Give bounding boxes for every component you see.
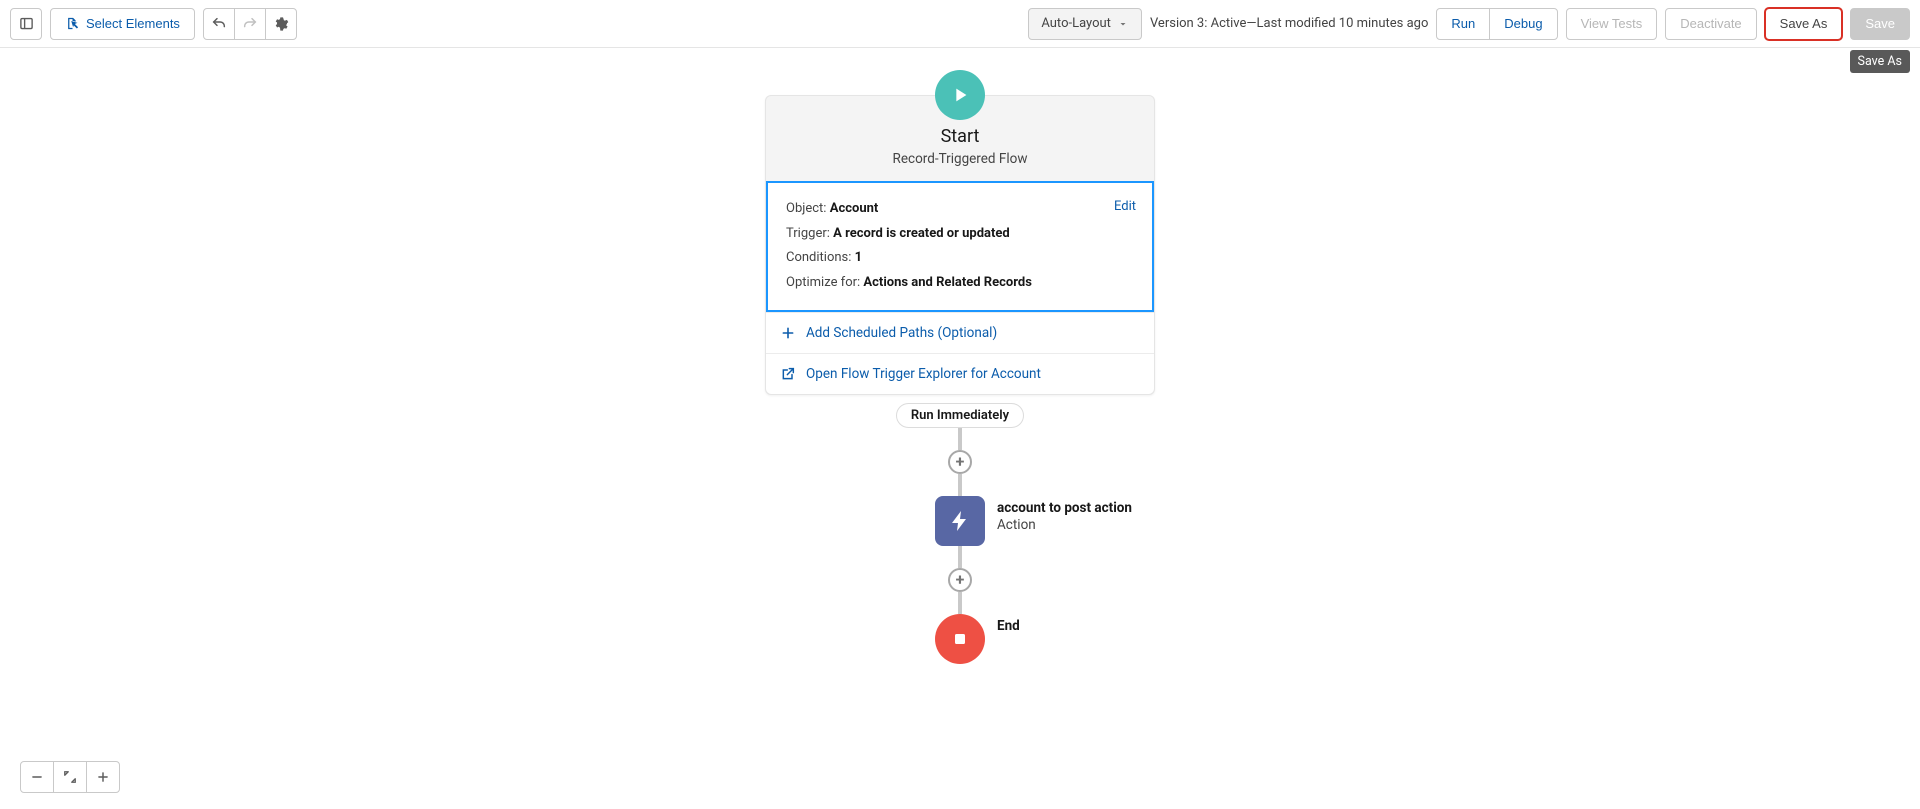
connector — [958, 592, 962, 614]
action-node-type: Action — [997, 517, 1132, 535]
play-icon — [949, 84, 971, 106]
end-node-info: End — [997, 618, 1020, 636]
action-node[interactable] — [935, 496, 985, 546]
detail-object: Object: Account — [786, 197, 1134, 222]
chevron-down-icon — [1117, 18, 1129, 30]
zoom-fit-button[interactable] — [53, 761, 87, 793]
connector — [958, 546, 962, 568]
zoom-out-button[interactable] — [20, 761, 54, 793]
connector — [958, 428, 962, 450]
redo-button[interactable] — [234, 8, 266, 40]
run-label: Run — [1451, 16, 1475, 31]
save-as-button[interactable]: Save As — [1765, 8, 1843, 40]
detail-optimize: Optimize for: Actions and Related Record… — [786, 271, 1134, 296]
action-node-row: account to post action Action — [935, 496, 985, 546]
debug-label: Debug — [1504, 16, 1542, 31]
start-node[interactable] — [935, 70, 985, 120]
flow-column: Start Record-Triggered Flow Edit Object:… — [760, 70, 1160, 809]
run-immediately-pill[interactable]: Run Immediately — [896, 403, 1024, 428]
plus-icon — [780, 325, 796, 341]
end-node-label: End — [997, 618, 1020, 636]
select-elements-label: Select Elements — [86, 16, 180, 31]
settings-button[interactable] — [265, 8, 297, 40]
undo-icon — [211, 16, 227, 32]
deactivate-button[interactable]: Deactivate — [1665, 8, 1756, 40]
start-title: Start — [766, 126, 1154, 147]
select-elements-button[interactable]: Select Elements — [50, 8, 195, 40]
toggle-panel-button[interactable] — [10, 8, 42, 40]
gear-icon — [273, 16, 289, 32]
add-element-button[interactable]: + — [948, 450, 972, 474]
layout-mode-select[interactable]: Auto-Layout — [1028, 8, 1142, 40]
detail-trigger: Trigger: A record is created or updated — [786, 222, 1134, 247]
builder-toolbar: Select Elements — [0, 0, 1920, 48]
flow-canvas[interactable]: Start Record-Triggered Flow Edit Object:… — [0, 48, 1920, 809]
lightning-icon — [948, 509, 972, 533]
view-tests-label: View Tests — [1581, 16, 1643, 31]
open-trigger-explorer-link[interactable]: Open Flow Trigger Explorer for Account — [766, 353, 1154, 394]
end-node[interactable] — [935, 614, 985, 664]
deactivate-label: Deactivate — [1680, 16, 1741, 31]
save-button[interactable]: Save — [1850, 8, 1910, 40]
add-element-button[interactable]: + — [948, 568, 972, 592]
start-details-panel[interactable]: Edit Object: Account Trigger: A record i… — [766, 181, 1154, 312]
end-node-row: End — [935, 614, 985, 664]
save-as-label: Save As — [1780, 16, 1828, 31]
add-scheduled-paths-link[interactable]: Add Scheduled Paths (Optional) — [766, 312, 1154, 353]
undo-redo-group — [203, 8, 297, 40]
version-label: Version 3: Active—Last modified 10 minut… — [1150, 16, 1428, 31]
select-elements-icon — [65, 16, 80, 31]
toolbar-left: Select Elements — [10, 8, 297, 40]
view-tests-button[interactable]: View Tests — [1566, 8, 1658, 40]
panel-icon — [19, 16, 34, 31]
start-card: Start Record-Triggered Flow Edit Object:… — [765, 95, 1155, 395]
action-node-info: account to post action Action — [997, 500, 1132, 535]
plus-icon — [96, 770, 110, 784]
redo-icon — [242, 16, 258, 32]
add-paths-label: Add Scheduled Paths (Optional) — [806, 325, 997, 341]
run-debug-group: Run Debug — [1436, 8, 1557, 40]
zoom-controls — [20, 761, 120, 793]
debug-button[interactable]: Debug — [1489, 8, 1557, 40]
minus-icon — [30, 770, 44, 784]
start-subtitle: Record-Triggered Flow — [766, 151, 1154, 167]
open-external-icon — [780, 366, 796, 382]
action-node-name: account to post action — [997, 500, 1132, 518]
run-button[interactable]: Run — [1436, 8, 1490, 40]
edit-link[interactable]: Edit — [1114, 195, 1136, 220]
undo-button[interactable] — [203, 8, 235, 40]
open-explorer-label: Open Flow Trigger Explorer for Account — [806, 366, 1041, 382]
toolbar-right: Auto-Layout Version 3: Active—Last modif… — [1028, 8, 1910, 40]
zoom-in-button[interactable] — [86, 761, 120, 793]
layout-mode-label: Auto-Layout — [1041, 16, 1111, 31]
fit-icon — [63, 770, 77, 784]
detail-conditions: Conditions: 1 — [786, 246, 1134, 271]
save-label: Save — [1865, 16, 1895, 31]
connector — [958, 474, 962, 496]
stop-icon — [950, 629, 970, 649]
